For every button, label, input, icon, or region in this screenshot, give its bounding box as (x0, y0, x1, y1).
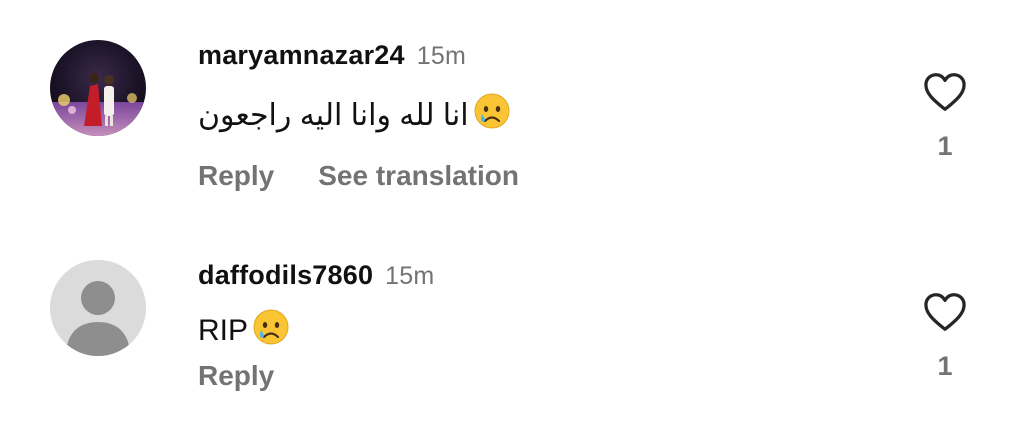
like-button[interactable]: 1 (920, 292, 970, 382)
reply-button[interactable]: Reply (198, 160, 274, 192)
heart-icon[interactable] (923, 292, 967, 332)
default-avatar-icon (50, 260, 146, 356)
heart-icon[interactable] (923, 72, 967, 112)
comment-item: daffodils7860 15m RIP Reply 1 (0, 220, 1024, 447)
comment-username[interactable]: maryamnazar24 15m (198, 40, 466, 71)
crying-face-icon (252, 308, 290, 354)
username-text[interactable]: daffodils7860 (198, 260, 373, 290)
comment-timestamp: 15m (385, 262, 435, 290)
comment-text: RIP (198, 308, 290, 354)
like-button[interactable]: 1 (920, 72, 970, 162)
see-translation-button[interactable]: See translation (318, 160, 519, 192)
like-count: 1 (937, 351, 953, 381)
avatar[interactable] (50, 260, 146, 356)
comment-timestamp: 15m (416, 42, 466, 70)
comment-text: انا لله وانا اليه راجعون (198, 92, 511, 138)
username-text[interactable]: maryamnazar24 (198, 40, 405, 70)
comment-actions: Reply (198, 360, 274, 392)
avatar[interactable] (50, 40, 146, 136)
crying-face-icon (473, 92, 511, 138)
reply-button[interactable]: Reply (198, 360, 274, 392)
comment-item: maryamnazar24 15m انا لله وانا اليه راجعو… (0, 0, 1024, 220)
avatar-photo (50, 40, 146, 136)
comment-body: انا لله وانا اليه راجعون (198, 98, 469, 132)
comment-body: RIP (198, 314, 249, 347)
comment-actions: Reply See translation (198, 160, 519, 192)
like-count: 1 (937, 131, 953, 161)
comment-username[interactable]: daffodils7860 15m (198, 260, 434, 291)
